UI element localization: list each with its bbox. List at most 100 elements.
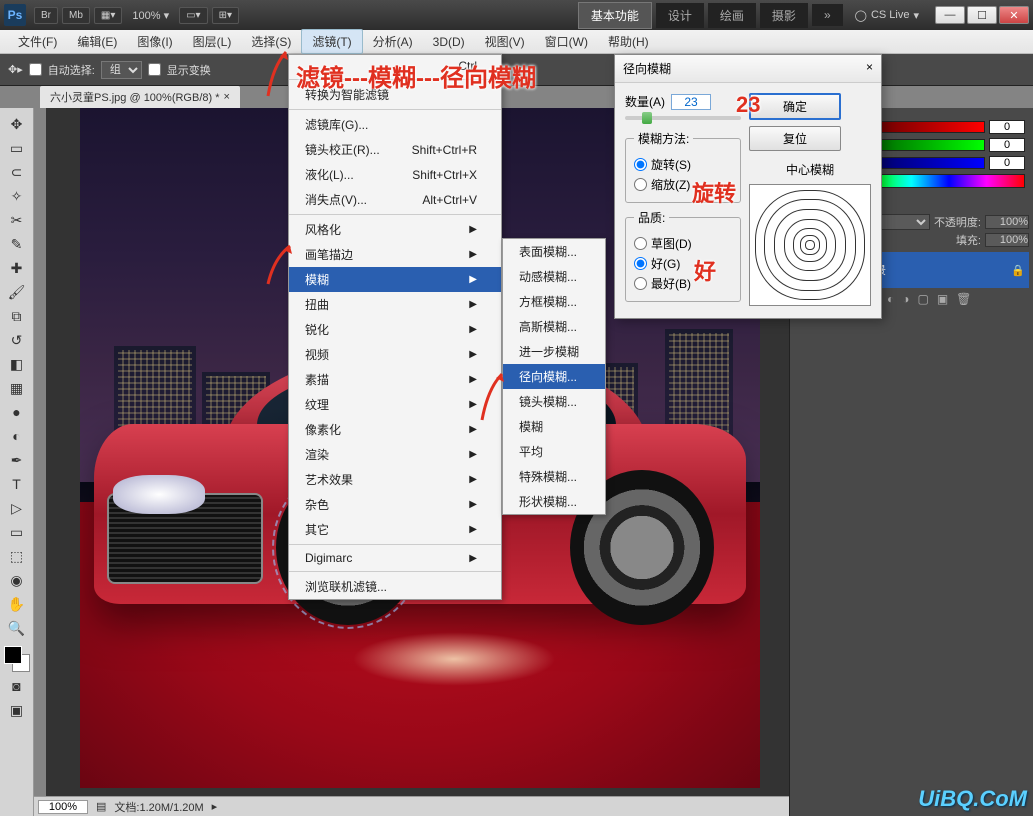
menu-image[interactable]: 图像(I) bbox=[127, 30, 182, 53]
marquee-tool-icon[interactable]: ▭ bbox=[2, 136, 31, 160]
blur-shape[interactable]: 形状模糊... bbox=[503, 489, 605, 514]
blur-motion[interactable]: 动感模糊... bbox=[503, 264, 605, 289]
3dcamera-tool-icon[interactable]: ◉ bbox=[2, 568, 31, 592]
menu-edit[interactable]: 编辑(E) bbox=[67, 30, 127, 53]
extras-button[interactable]: ⊞▾ bbox=[212, 7, 239, 24]
draft-radio[interactable] bbox=[634, 237, 647, 250]
history-brush-tool-icon[interactable]: ↺ bbox=[2, 328, 31, 352]
filter-digimarc[interactable]: Digimarc▶ bbox=[289, 544, 501, 569]
close-button[interactable]: ✕ bbox=[999, 6, 1029, 24]
menu-window[interactable]: 窗口(W) bbox=[535, 30, 598, 53]
zoom-radio[interactable] bbox=[634, 178, 647, 191]
mask-icon[interactable]: ◐ bbox=[887, 292, 894, 306]
move-tool-icon[interactable]: ✥ bbox=[2, 112, 31, 136]
filter-gallery[interactable]: 滤镜库(G)... bbox=[289, 109, 501, 137]
g-value[interactable] bbox=[989, 138, 1025, 152]
filter-blur[interactable]: 模糊▶ bbox=[289, 267, 501, 292]
opacity-input[interactable] bbox=[985, 215, 1029, 229]
color-swatch[interactable] bbox=[0, 644, 33, 674]
type-tool-icon[interactable]: T bbox=[2, 472, 31, 496]
fill-input[interactable] bbox=[985, 233, 1029, 247]
filter-render[interactable]: 渲染▶ bbox=[289, 442, 501, 467]
quickmask-icon[interactable]: ◙ bbox=[2, 674, 31, 698]
shape-tool-icon[interactable]: ▭ bbox=[2, 520, 31, 544]
minibridge-button[interactable]: Mb bbox=[62, 7, 90, 24]
adjustment-icon[interactable]: ◑ bbox=[902, 292, 909, 306]
lasso-tool-icon[interactable]: ⊂ bbox=[2, 160, 31, 184]
eraser-tool-icon[interactable]: ◧ bbox=[2, 352, 31, 376]
filter-lens[interactable]: 镜头校正(R)...Shift+Ctrl+R bbox=[289, 137, 501, 162]
foreground-swatch-icon[interactable] bbox=[4, 646, 22, 664]
blur-gaussian[interactable]: 高斯模糊... bbox=[503, 314, 605, 339]
blur-lens[interactable]: 镜头模糊... bbox=[503, 389, 605, 414]
newlayer-icon[interactable]: ▣ bbox=[937, 292, 948, 306]
path-tool-icon[interactable]: ▷ bbox=[2, 496, 31, 520]
workspace-photography[interactable]: 摄影 bbox=[760, 3, 808, 28]
menu-help[interactable]: 帮助(H) bbox=[598, 30, 659, 53]
workspace-more[interactable]: » bbox=[812, 4, 843, 26]
screenmode-button[interactable]: ▦▾ bbox=[94, 7, 122, 24]
cslive-button[interactable]: ◯ CS Live ▾ bbox=[855, 9, 919, 22]
blur-blur[interactable]: 模糊 bbox=[503, 414, 605, 439]
amount-slider[interactable] bbox=[625, 116, 741, 120]
arrange-button[interactable]: ▭▾ bbox=[179, 7, 207, 24]
screenmode-icon[interactable]: ▣ bbox=[2, 698, 31, 722]
blur-surface[interactable]: 表面模糊... bbox=[503, 239, 605, 264]
filter-vanish[interactable]: 消失点(V)...Alt+Ctrl+V bbox=[289, 187, 501, 212]
blur-box[interactable]: 方框模糊... bbox=[503, 289, 605, 314]
zoom-level[interactable]: 100% ▾ bbox=[132, 9, 169, 22]
blur-radial[interactable]: 径向模糊... bbox=[503, 364, 605, 389]
amount-input[interactable] bbox=[671, 94, 711, 110]
gradient-tool-icon[interactable]: ▦ bbox=[2, 376, 31, 400]
autoselect-checkbox[interactable] bbox=[29, 63, 42, 76]
dialog-titlebar[interactable]: 径向模糊 × bbox=[615, 55, 881, 83]
stamp-tool-icon[interactable]: ⧉ bbox=[2, 304, 31, 328]
r-value[interactable] bbox=[989, 120, 1025, 134]
reset-button[interactable]: 复位 bbox=[749, 126, 841, 151]
trash-icon[interactable]: 🗑 bbox=[956, 292, 971, 306]
filter-last[interactable]: Ctrl bbox=[289, 55, 501, 77]
autoselect-target[interactable]: 组 bbox=[101, 61, 142, 79]
workspace-design[interactable]: 设计 bbox=[656, 3, 704, 28]
menu-view[interactable]: 视图(V) bbox=[475, 30, 535, 53]
menu-select[interactable]: 选择(S) bbox=[241, 30, 301, 53]
status-nav-icon[interactable]: ▤ bbox=[96, 800, 106, 813]
filter-smart[interactable]: 转换为智能滤镜 bbox=[289, 79, 501, 107]
blur-center-preview[interactable] bbox=[749, 184, 871, 306]
menu-layer[interactable]: 图层(L) bbox=[183, 30, 242, 53]
dodge-tool-icon[interactable]: ◐ bbox=[2, 424, 31, 448]
minimize-button[interactable]: — bbox=[935, 6, 965, 24]
filter-noise[interactable]: 杂色▶ bbox=[289, 492, 501, 517]
menu-file[interactable]: 文件(F) bbox=[8, 30, 67, 53]
brush-tool-icon[interactable]: 🖌 bbox=[2, 280, 31, 304]
blur-tool-icon[interactable]: ● bbox=[2, 400, 31, 424]
maximize-button[interactable]: ☐ bbox=[967, 6, 997, 24]
filter-brush[interactable]: 画笔描边▶ bbox=[289, 242, 501, 267]
document-tab[interactable]: 六小灵童PS.jpg @ 100%(RGB/8) * × bbox=[40, 86, 240, 108]
ok-button[interactable]: 确定 bbox=[749, 93, 841, 120]
tab-close-icon[interactable]: × bbox=[224, 91, 230, 103]
filter-browse[interactable]: 浏览联机滤镜... bbox=[289, 571, 501, 599]
pen-tool-icon[interactable]: ✒ bbox=[2, 448, 31, 472]
workspace-painting[interactable]: 绘画 bbox=[708, 3, 756, 28]
3d-tool-icon[interactable]: ⬚ bbox=[2, 544, 31, 568]
zoom-tool-icon[interactable]: 🔍 bbox=[2, 616, 31, 640]
dialog-close-icon[interactable]: × bbox=[866, 60, 873, 77]
workspace-essentials[interactable]: 基本功能 bbox=[578, 2, 652, 29]
menu-analysis[interactable]: 分析(A) bbox=[363, 30, 423, 53]
eyedropper-tool-icon[interactable]: ✎ bbox=[2, 232, 31, 256]
bridge-button[interactable]: Br bbox=[34, 7, 58, 24]
healing-tool-icon[interactable]: ✚ bbox=[2, 256, 31, 280]
filter-other[interactable]: 其它▶ bbox=[289, 517, 501, 542]
filter-sketch[interactable]: 素描▶ bbox=[289, 367, 501, 392]
filter-sharpen[interactable]: 锐化▶ bbox=[289, 317, 501, 342]
best-radio[interactable] bbox=[634, 277, 647, 290]
blur-special[interactable]: 特殊模糊... bbox=[503, 464, 605, 489]
filter-liquify[interactable]: 液化(L)...Shift+Ctrl+X bbox=[289, 162, 501, 187]
b-value[interactable] bbox=[989, 156, 1025, 170]
filter-artistic[interactable]: 艺术效果▶ bbox=[289, 467, 501, 492]
menu-filter[interactable]: 滤镜(T) bbox=[301, 29, 362, 54]
hand-tool-icon[interactable]: ✋ bbox=[2, 592, 31, 616]
menu-3d[interactable]: 3D(D) bbox=[423, 32, 475, 52]
filter-distort[interactable]: 扭曲▶ bbox=[289, 292, 501, 317]
